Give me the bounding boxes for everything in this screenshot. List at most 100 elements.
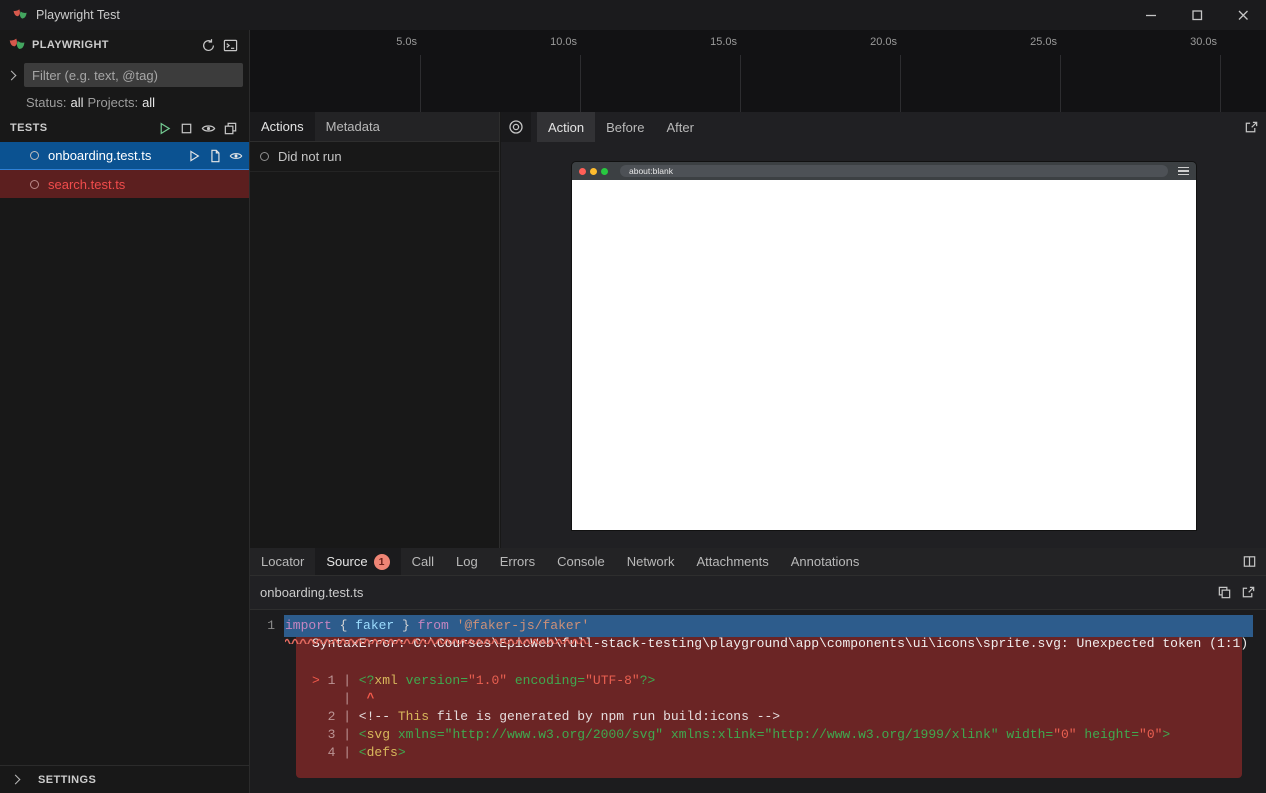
- tab-label: Console: [557, 554, 605, 569]
- filter-row: [0, 60, 249, 90]
- tab-label: Annotations: [791, 554, 860, 569]
- close-button[interactable]: [1220, 0, 1266, 30]
- errors-badge: 1: [374, 554, 390, 570]
- did-not-run-item[interactable]: Did not run: [250, 142, 499, 172]
- test-status-icon: [30, 180, 39, 189]
- projects-value: all: [142, 95, 155, 110]
- terminal-button[interactable]: [219, 34, 241, 56]
- tests-section-header: TESTS: [0, 114, 249, 142]
- tab-console[interactable]: Console: [546, 548, 616, 575]
- tab-label: Metadata: [326, 119, 380, 134]
- not-run-status-icon: [260, 152, 269, 161]
- address-text: about:blank: [629, 165, 673, 177]
- error-code-frame: > 1 | <?xml version="1.0" encoding="UTF-…: [312, 672, 1226, 762]
- tab-after[interactable]: After: [655, 112, 704, 142]
- window-title: Playwright Test: [36, 8, 120, 22]
- tab-attachments[interactable]: Attachments: [685, 548, 779, 575]
- maximize-button[interactable]: [1174, 0, 1220, 30]
- window-controls: [1128, 0, 1266, 30]
- collapse-chevron-icon[interactable]: [7, 70, 17, 80]
- titlebar: Playwright Test: [0, 0, 1266, 30]
- source-view[interactable]: 1 import { faker } from '@faker-js/faker…: [250, 610, 1266, 793]
- settings-chevron-icon: [11, 775, 21, 785]
- run-all-button[interactable]: [153, 117, 175, 139]
- code-frame-line: 3 | <svg xmlns="http://www.w3.org/2000/s…: [312, 726, 1226, 744]
- tab-network[interactable]: Network: [616, 548, 686, 575]
- tab-annotations[interactable]: Annotations: [780, 548, 871, 575]
- status-value: all: [70, 95, 83, 110]
- run-test-button[interactable]: [187, 149, 201, 163]
- tab-label: Attachments: [696, 554, 768, 569]
- source-code: import { faker } from '@faker-js/faker': [284, 615, 1253, 637]
- test-row-search[interactable]: search.test.ts: [0, 170, 249, 198]
- tab-call[interactable]: Call: [401, 548, 445, 575]
- tab-label: Log: [456, 554, 478, 569]
- timeline[interactable]: 5.0s10.0s15.0s20.0s25.0s30.0s: [250, 30, 1266, 112]
- snapshot-tabstrip: Action Before After: [501, 112, 1266, 142]
- line-number: 1: [250, 615, 284, 637]
- code-frame-line: | ^: [312, 690, 1226, 708]
- tab-locator[interactable]: Locator: [250, 548, 315, 575]
- copy-icon[interactable]: [1217, 585, 1232, 600]
- error-box: SyntaxError: C:\Courses\EpicWeb\full-sta…: [296, 624, 1242, 778]
- source-filename: onboarding.test.ts: [260, 585, 363, 600]
- watch-all-button[interactable]: [197, 117, 219, 139]
- traffic-maximize-icon: [601, 168, 608, 175]
- actions-panel: Actions Metadata Did not run: [250, 112, 500, 548]
- main-area: 5.0s10.0s15.0s20.0s25.0s30.0s Actions Met…: [250, 30, 1266, 793]
- minimize-button[interactable]: [1128, 0, 1174, 30]
- status-label: Status:: [26, 95, 66, 110]
- tab-metadata[interactable]: Metadata: [315, 112, 391, 141]
- collapse-all-button[interactable]: [219, 117, 241, 139]
- stop-button[interactable]: [175, 117, 197, 139]
- source-toolbar: onboarding.test.ts: [250, 576, 1266, 610]
- code-frame-line: 4 | <defs>: [312, 744, 1226, 762]
- tab-label: Action: [548, 120, 584, 135]
- address-bar: about:blank: [620, 165, 1168, 177]
- tab-label: Locator: [261, 554, 304, 569]
- test-name: search.test.ts: [48, 177, 125, 192]
- actions-tabstrip: Actions Metadata: [250, 112, 499, 142]
- tests-title: TESTS: [10, 122, 47, 134]
- status-filters[interactable]: Status: all Projects: all: [0, 90, 249, 114]
- browser-menu-icon: [1178, 167, 1189, 176]
- panels-row: Actions Metadata Did not run Action Before…: [250, 112, 1266, 548]
- tab-action[interactable]: Action: [537, 112, 595, 142]
- tab-errors[interactable]: Errors: [489, 548, 546, 575]
- playwright-masks-icon: [8, 36, 26, 54]
- playwright-logo-icon: [12, 7, 28, 23]
- browser-snapshot: about:blank: [572, 162, 1196, 530]
- traffic-close-icon: [579, 168, 586, 175]
- snapshot-panel: Action Before After about:blank: [501, 112, 1266, 548]
- watch-test-button[interactable]: [229, 149, 243, 163]
- open-snapshot-icon[interactable]: [1236, 112, 1266, 142]
- pick-locator-button[interactable]: [501, 112, 531, 142]
- tab-label: Errors: [500, 554, 535, 569]
- open-in-editor-icon[interactable]: [1241, 585, 1256, 600]
- browser-toolbar: about:blank: [572, 162, 1196, 180]
- tab-label: After: [666, 120, 693, 135]
- tab-label: Network: [627, 554, 675, 569]
- tab-before[interactable]: Before: [595, 112, 655, 142]
- test-status-icon: [30, 151, 39, 160]
- settings-section-header[interactable]: SETTINGS: [0, 765, 249, 793]
- tab-actions[interactable]: Actions: [250, 112, 315, 141]
- test-name: onboarding.test.ts: [48, 148, 151, 163]
- reload-tests-button[interactable]: [197, 34, 219, 56]
- sidebar-header: PLAYWRIGHT: [0, 30, 249, 60]
- tab-source[interactable]: Source1: [315, 548, 400, 575]
- source-line-1: 1 import { faker } from '@faker-js/faker…: [250, 615, 1266, 637]
- tab-log[interactable]: Log: [445, 548, 489, 575]
- show-source-button[interactable]: [208, 149, 222, 163]
- filter-input[interactable]: [24, 63, 243, 87]
- settings-title: SETTINGS: [38, 774, 96, 786]
- split-view-icon[interactable]: [1232, 548, 1266, 575]
- sidebar: PLAYWRIGHT Status: all Projects: all TES…: [0, 30, 250, 793]
- error-squiggle: [285, 638, 589, 644]
- test-row-onboarding[interactable]: onboarding.test.ts: [0, 142, 249, 170]
- did-not-run-label: Did not run: [278, 149, 342, 164]
- code-frame-line: 2 | <!-- This file is generated by npm r…: [312, 708, 1226, 726]
- details-tabstrip: Locator Source1 Call Log Errors Console Networ…: [250, 548, 1266, 576]
- tab-label: Call: [412, 554, 434, 569]
- details-panel: Locator Source1 Call Log Errors Console Networ…: [250, 548, 1266, 793]
